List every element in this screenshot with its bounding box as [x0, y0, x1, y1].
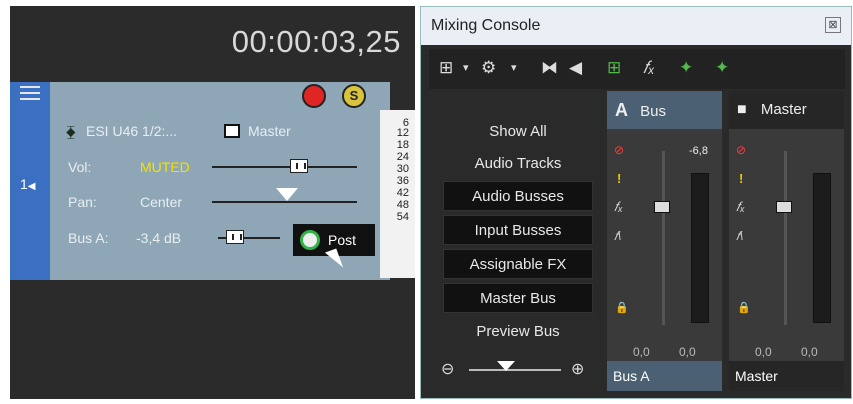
fx-icon[interactable]: 𝑓ₓ — [643, 59, 655, 77]
zoom-slider-knob[interactable] — [497, 361, 515, 371]
nav-input-busses[interactable]: Input Busses — [443, 215, 593, 245]
fx-icon[interactable]: 𝑓ₓ — [736, 199, 745, 215]
track-panel: 00:00:03,25 1◀ S ⧱ ESI U46 1/2:... Maste… — [10, 6, 415, 399]
fader-track[interactable] — [662, 151, 665, 325]
close-icon[interactable]: ⊠ — [825, 17, 841, 33]
solo-icon[interactable]: ! — [739, 171, 743, 186]
left-level: 0,0 — [633, 345, 650, 359]
narrow-strips-icon[interactable]: ⧓ — [541, 59, 558, 77]
add-channel-alt-icon[interactable]: ✦ — [715, 59, 729, 77]
insert-bus-icon[interactable]: ⊞ — [607, 59, 621, 77]
console-title-bar: Mixing Console ⊠ — [421, 7, 851, 45]
fader-knob[interactable] — [654, 201, 670, 213]
fx-bypass-icon[interactable]: 𝑓\ — [614, 229, 621, 244]
nav-master-bus[interactable]: Master Bus — [443, 283, 593, 313]
mute-icon[interactable] — [302, 84, 326, 108]
vol-label: Vol: — [68, 159, 92, 175]
console-toolbar: ⊞ ▾ ⚙ ▾ ⧓ ◀ ⊞ 𝑓ₓ ✦ ✦ — [429, 49, 845, 89]
fader-knob[interactable] — [776, 201, 792, 213]
gear-dropdown-icon[interactable]: ▾ — [511, 59, 517, 77]
vu-meter — [813, 173, 831, 323]
right-level: 0,0 — [679, 345, 696, 359]
output-label[interactable]: Master — [248, 123, 291, 139]
lock-icon[interactable]: 🔒 — [737, 301, 751, 314]
fader-track[interactable] — [784, 151, 787, 325]
vol-value: MUTED — [140, 159, 190, 175]
master-header[interactable]: ■ Master — [729, 91, 844, 129]
gear-icon[interactable]: ⚙ — [481, 59, 496, 77]
nav-show-all[interactable]: Show All — [443, 117, 593, 147]
bus-a-value: -3,4 dB — [136, 230, 182, 246]
solo-icon[interactable]: ! — [617, 171, 621, 186]
nav-preview-bus[interactable]: Preview Bus — [443, 317, 593, 347]
bus-a-slider-knob[interactable] — [226, 230, 244, 244]
zoom-slider-track[interactable] — [469, 369, 561, 371]
bus-a-label: Bus A: — [68, 230, 109, 246]
solo-icon[interactable]: S — [342, 84, 366, 108]
right-level: 0,0 — [801, 345, 818, 359]
master-name[interactable]: Master — [729, 361, 844, 391]
nav-audio-busses[interactable]: Audio Busses — [443, 181, 593, 211]
track-meter: 6 12 18 24 30 36 42 48 54 — [380, 110, 415, 278]
bus-a-name[interactable]: Bus A — [607, 361, 722, 391]
output-icon — [224, 124, 240, 138]
post-icon — [300, 230, 320, 250]
vol-slider-knob[interactable] — [290, 159, 308, 173]
master-channel: ■ Master ⊘ ! 𝑓ₓ 𝑓\ 🔒 0,0 0,0 Master — [729, 91, 844, 391]
pan-label: Pan: — [68, 194, 97, 210]
track-menu-icon[interactable] — [20, 86, 40, 100]
device-label[interactable]: ESI U46 1/2:... — [86, 123, 177, 139]
peak-value: -6,8 — [689, 145, 708, 157]
vol-slider-track[interactable] — [212, 166, 357, 168]
device-icon[interactable]: ⧱ — [66, 123, 76, 140]
left-level: 0,0 — [755, 345, 772, 359]
mute-icon[interactable]: ⊘ — [614, 143, 624, 157]
post-label: Post — [328, 232, 357, 248]
pan-slider-track[interactable] — [212, 201, 357, 203]
track-number: 1◀ — [20, 176, 36, 192]
lock-icon[interactable]: 🔒 — [615, 301, 629, 314]
nav-audio-tracks[interactable]: Audio Tracks — [443, 149, 593, 179]
mute-icon[interactable]: ⊘ — [736, 143, 746, 157]
add-channel-icon[interactable]: ✦ — [679, 59, 693, 77]
vu-meter — [691, 173, 709, 323]
mixing-console: Mixing Console ⊠ ⊞ ▾ ⚙ ▾ ⧓ ◀ ⊞ 𝑓ₓ ✦ ✦ Sh… — [420, 6, 852, 399]
nav-assignable-fx[interactable]: Assignable FX — [443, 249, 593, 279]
pan-slider-knob[interactable] — [276, 188, 298, 201]
layout-dropdown-icon[interactable]: ▾ — [463, 59, 469, 77]
timecode-display: 00:00:03,25 — [231, 24, 401, 59]
audio-icon[interactable]: ◀ — [569, 59, 582, 77]
layout-icon[interactable]: ⊞ — [439, 59, 453, 77]
fx-icon[interactable]: 𝑓ₓ — [614, 199, 623, 215]
fx-bypass-icon[interactable]: 𝑓\ — [736, 229, 743, 244]
bus-a-channel: A Bus ⊘ ! 𝑓ₓ 𝑓\ 🔒 -6,8 0,0 0,0 Bus A — [607, 91, 722, 391]
bus-a-header[interactable]: A Bus — [607, 91, 722, 129]
console-title: Mixing Console — [431, 17, 541, 34]
zoom-out-icon[interactable]: ⊖ — [441, 359, 454, 379]
zoom-in-icon[interactable]: ⊕ — [571, 359, 584, 379]
pan-value: Center — [140, 194, 183, 210]
